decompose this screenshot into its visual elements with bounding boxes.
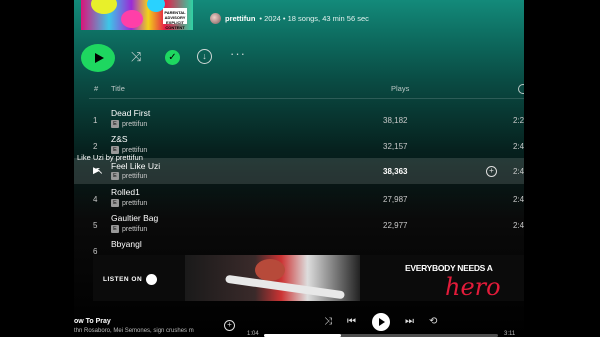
track-plays: 27,987 xyxy=(383,195,408,204)
track-artist-link[interactable]: prettifun xyxy=(122,121,147,128)
artist-link[interactable]: prettifun xyxy=(225,14,255,23)
repeat-icon[interactable]: ⟲ xyxy=(429,316,437,327)
track-artist-link[interactable]: prettifun xyxy=(122,226,147,233)
track-artist: Eprettifun xyxy=(111,199,147,207)
parental-advisory-badge: PARENTAL ADVISORY EXPLICIT CONTENT xyxy=(163,8,187,30)
track-artist: Eprettifun xyxy=(111,225,147,233)
ad-banner[interactable]: LISTEN ON EVERYBODY NEEDS A hero xyxy=(93,255,524,301)
track-title[interactable]: Z&S xyxy=(111,134,128,144)
track-duration: 2:4 xyxy=(513,167,524,176)
download-icon[interactable]: ↓ xyxy=(197,49,212,64)
explicit-badge: E xyxy=(111,120,119,128)
album-details: • 2024 • 18 songs, 43 min 56 sec xyxy=(259,14,369,23)
spotify-logo-icon xyxy=(146,274,158,285)
track-artist: Eprettifun xyxy=(111,172,147,180)
duration-clock-icon xyxy=(518,84,524,94)
ad-figure-legs xyxy=(225,274,345,300)
track-title[interactable]: Gaultier Bag xyxy=(111,213,158,223)
track-row[interactable]: 4 Rolled1 Eprettifun 27,987 2:4 xyxy=(74,187,524,213)
cursor-icon: ↖ xyxy=(95,166,104,177)
track-number: 2 xyxy=(93,142,98,151)
now-playing-title[interactable]: ow To Pray xyxy=(74,318,111,325)
track-artist-link[interactable]: prettifun xyxy=(122,200,147,207)
time-current: 1:04 xyxy=(247,331,259,337)
track-plays: 38,363 xyxy=(383,167,408,176)
track-artist: Eprettifun xyxy=(111,120,147,128)
more-options-icon[interactable]: ··· xyxy=(230,46,246,61)
ad-figure xyxy=(255,259,285,281)
track-row[interactable]: 1 Dead First Eprettifun 38,182 2:2 xyxy=(74,108,524,134)
add-to-liked-icon[interactable]: + xyxy=(224,320,235,331)
time-total: 3:11 xyxy=(504,331,516,337)
shuffle-icon[interactable]: ⤨ xyxy=(131,49,141,65)
track-number: 1 xyxy=(93,116,98,125)
track-row[interactable]: 5 Gaultier Bag Eprettifun 22,977 2:4 xyxy=(74,213,524,239)
track-number: 4 xyxy=(93,195,98,204)
listen-on-text: LISTEN ON xyxy=(103,276,143,283)
ad-headline: EVERYBODY NEEDS A xyxy=(405,263,493,273)
divider xyxy=(89,98,524,99)
listen-on-label: LISTEN ON xyxy=(103,274,158,285)
col-title[interactable]: Title xyxy=(111,84,125,93)
track-plays: 32,157 xyxy=(383,142,408,151)
track-artist-link[interactable]: prettifun xyxy=(122,173,147,180)
track-title[interactable]: Feel Like Uzi xyxy=(111,161,160,171)
explicit-badge: E xyxy=(111,172,119,180)
previous-icon[interactable]: ⏮ xyxy=(347,316,356,327)
ad-photo xyxy=(185,255,360,301)
track-plays: 22,977 xyxy=(383,221,408,230)
play-pause-button[interactable] xyxy=(372,313,390,331)
album-meta: prettifun • 2024 • 18 songs, 43 min 56 s… xyxy=(210,13,369,24)
track-title[interactable]: Bbyangl xyxy=(111,239,142,249)
track-duration: 2:4 xyxy=(513,221,524,230)
shuffle-icon[interactable]: ⤨ xyxy=(324,316,332,327)
now-playing-artists[interactable]: thn Rosaboro, Mei Semones, sign crushes … xyxy=(74,328,194,334)
track-number: 5 xyxy=(93,221,98,230)
add-to-playlist-icon[interactable]: + xyxy=(486,166,497,177)
col-plays[interactable]: Plays xyxy=(391,84,409,93)
track-duration: 2:2 xyxy=(513,116,524,125)
drag-ghost-label: Like Uzi by prettifun xyxy=(77,153,143,162)
col-num: # xyxy=(94,84,99,93)
track-duration: 2:4 xyxy=(513,195,524,204)
track-duration: 2:4 xyxy=(513,142,524,151)
album-cover[interactable]: PARENTAL ADVISORY EXPLICIT CONTENT xyxy=(81,0,193,30)
explicit-badge: E xyxy=(111,199,119,207)
next-icon[interactable]: ⏭ xyxy=(405,316,414,327)
ad-hero-script: hero xyxy=(445,273,501,301)
avatar xyxy=(210,13,221,24)
track-title[interactable]: Rolled1 xyxy=(111,187,140,197)
explicit-badge: E xyxy=(111,225,119,233)
saved-check-icon[interactable]: ✓ xyxy=(165,50,180,65)
play-button[interactable] xyxy=(81,44,115,72)
track-title[interactable]: Dead First xyxy=(111,108,150,118)
track-plays: 38,182 xyxy=(383,116,408,125)
